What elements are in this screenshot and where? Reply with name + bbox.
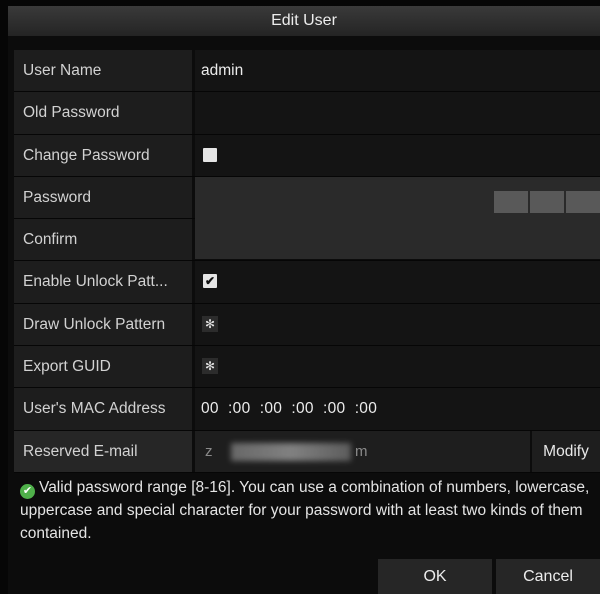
reserved-email-prefix: z: [205, 442, 213, 460]
modify-button[interactable]: Modify: [532, 430, 600, 472]
reserved-email-row: Reserved E-mail z m Modify: [14, 430, 600, 473]
enable-unlock-pattern-checkbox[interactable]: ✔: [203, 274, 217, 289]
enable-unlock-pattern-cell: ✔: [195, 261, 600, 303]
old-password-label: Old Password: [14, 92, 192, 134]
password-label: Password: [14, 176, 192, 219]
old-password-field[interactable]: [195, 92, 600, 134]
ok-button[interactable]: OK: [378, 559, 492, 594]
change-password-checkbox[interactable]: [203, 147, 217, 162]
mac-address-label: User's MAC Address: [14, 388, 192, 430]
mac-address-value: 00 :00 :00 :00 :00 :00: [201, 400, 378, 418]
strength-segment: [530, 190, 564, 213]
reserved-email-field: z m: [195, 430, 530, 472]
password-hint-text: Valid password range [8-16]. You can use…: [20, 479, 590, 542]
password-group: Password Confirm: [14, 176, 600, 262]
reserved-email-label: Reserved E-mail: [14, 430, 192, 472]
edit-user-dialog: Edit User User Name admin Old Password C…: [8, 6, 600, 594]
export-guid-row: Export GUID ✻: [14, 346, 600, 389]
old-password-row: Old Password: [14, 92, 600, 135]
export-guid-cell: ✻: [195, 346, 600, 388]
mac-address-row: User's MAC Address 00 :00 :00 :00 :00 :0…: [14, 388, 600, 431]
check-circle-icon: ✔: [20, 484, 35, 499]
gear-icon[interactable]: ✻: [202, 358, 218, 375]
user-name-field[interactable]: admin: [195, 50, 600, 92]
change-password-label: Change Password: [14, 134, 192, 176]
user-name-value: admin: [201, 62, 244, 79]
draw-unlock-pattern-label: Draw Unlock Pattern: [14, 303, 192, 346]
gear-icon[interactable]: ✻: [202, 315, 218, 332]
change-password-cell: [195, 134, 600, 176]
form-rows: User Name admin Old Password Change Pass…: [14, 50, 600, 473]
password-inputs-disabled: [195, 176, 600, 260]
export-guid-label: Export GUID: [14, 346, 192, 388]
strength-segment: [566, 190, 600, 213]
cancel-button[interactable]: Cancel: [496, 559, 600, 594]
draw-unlock-pattern-row: Draw Unlock Pattern ✻: [14, 303, 600, 347]
dialog-title: Edit User: [8, 6, 600, 36]
user-name-row: User Name admin: [14, 50, 600, 93]
change-password-row: Change Password: [14, 134, 600, 177]
enable-unlock-pattern-label: Enable Unlock Patt...: [14, 261, 192, 303]
password-hint: ✔ Valid password range [8-16]. You can us…: [20, 476, 590, 545]
mac-address-field[interactable]: 00 :00 :00 :00 :00 :00: [195, 388, 600, 430]
enable-unlock-pattern-row: Enable Unlock Patt... ✔: [14, 261, 600, 304]
reserved-email-suffix: m: [355, 442, 368, 460]
confirm-label: Confirm: [14, 219, 192, 261]
draw-unlock-pattern-cell: ✻: [195, 303, 600, 346]
user-name-label: User Name: [14, 50, 192, 92]
strength-segment: [494, 190, 528, 213]
reserved-email-redacted: [231, 442, 351, 461]
